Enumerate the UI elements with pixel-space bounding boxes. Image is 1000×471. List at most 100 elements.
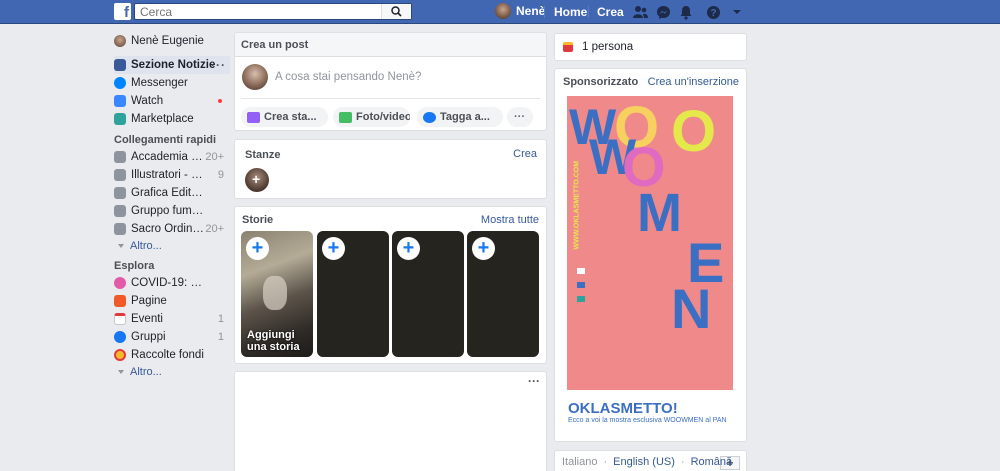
shield-icon (114, 277, 126, 289)
help-icon[interactable]: ? (705, 4, 721, 20)
sidebar-item-shortcut[interactable]: Gruppo fumett... (114, 202, 230, 220)
add-story-plus-icon: + (397, 237, 420, 260)
sidebar-item-label: Gruppo fumett... (131, 205, 207, 217)
search-button[interactable] (381, 4, 411, 19)
sidebar-item-shortcut[interactable]: Illustratori - S.I... 9 (114, 166, 230, 184)
composer-input[interactable]: A cosa stai pensando Nenè? (275, 71, 421, 83)
sidebar-item-events[interactable]: Eventi 1 (114, 310, 230, 328)
sidebar-item-label: Marketplace (131, 113, 194, 125)
sidebar-item-marketplace[interactable]: Marketplace (114, 110, 230, 128)
badge-count: 20+ (205, 151, 224, 163)
add-story-plus-icon: + (322, 237, 345, 260)
bell-icon[interactable] (678, 4, 694, 20)
composer-title: Crea un post (235, 33, 546, 57)
search-icon (391, 6, 402, 17)
story-card[interactable]: + (392, 231, 464, 357)
rooms-title: Stanze (245, 149, 281, 161)
sidebar-item-shortcut[interactable]: Grafica Editori... (114, 184, 230, 202)
birthday-text: 1 persona (582, 41, 634, 53)
shortcuts-more-link[interactable]: Altro... (114, 238, 230, 254)
sidebar-item-messenger[interactable]: Messenger (114, 74, 230, 92)
ad-letter: N (671, 277, 712, 340)
explore-header: Esplora (114, 260, 155, 272)
nav-divider (544, 6, 545, 18)
create-link[interactable]: Crea (597, 5, 624, 19)
ad-logo-icon (577, 282, 585, 288)
sidebar-profile-name: Nenè Eugenie (131, 35, 204, 47)
flag-icon (114, 295, 126, 307)
messenger-icon[interactable] (655, 4, 671, 20)
separator: · (603, 456, 608, 468)
ad-logo-icon (577, 296, 585, 302)
create-room-avatar[interactable]: + (245, 168, 269, 192)
caret-down-icon (118, 370, 124, 374)
story-card[interactable]: + (317, 231, 389, 357)
svg-text:?: ? (710, 8, 716, 19)
group-icon (114, 151, 126, 163)
home-link[interactable]: Home (554, 5, 587, 19)
rooms-card: Stanze Crea + (234, 139, 547, 199)
ad-logo-icon (577, 268, 585, 274)
create-ad-link[interactable]: Crea un'inserzione (648, 76, 739, 88)
profile-name: Nenè (516, 4, 546, 18)
add-story-card[interactable]: + Aggiungi una storia (241, 231, 313, 357)
sidebar-item-covid[interactable]: COVID-19: Ce... (114, 274, 230, 292)
video-camera-icon (247, 111, 260, 123)
story-card[interactable]: + (467, 231, 539, 357)
post-composer: Crea un post A cosa stai pensando Nenè? … (234, 32, 547, 131)
group-icon (114, 169, 126, 181)
sidebar-item-shortcut[interactable]: Accademia di ... 20+ (114, 148, 230, 166)
sidebar-item-label: Raccolte fondi (131, 349, 204, 361)
top-navigation-bar: f Nenè Home Crea ? (0, 0, 1000, 24)
more-options-icon[interactable]: ··· (211, 58, 226, 72)
sidebar-item-shortcut[interactable]: Sacro Ordine ... 20+ (114, 220, 230, 238)
tag-friends-button[interactable]: Tagga a... (417, 107, 503, 127)
more-label: Altro... (130, 366, 162, 378)
create-room-link[interactable]: Crea (513, 148, 537, 160)
ad-image[interactable]: W O O W O M E N WWW.OKLASMETTO.COM (567, 96, 733, 390)
search-input[interactable] (135, 4, 375, 19)
ad-letter: O (671, 99, 717, 164)
add-story-plus-icon: + (246, 237, 269, 260)
see-all-stories-link[interactable]: Mostra tutte (481, 214, 539, 226)
groups-icon (114, 331, 126, 343)
language-link[interactable]: Română (691, 456, 733, 468)
profile-link[interactable]: Nenè (495, 3, 545, 19)
caret-down-icon[interactable] (729, 4, 745, 20)
sidebar-item-label: Sacro Ordine ... (131, 223, 207, 235)
more-actions-button[interactable]: ··· (507, 107, 533, 127)
separator: · (680, 456, 685, 468)
ad-side-text: WWW.OKLASMETTO.COM (573, 160, 581, 250)
sidebar-item-label: Grafica Editori... (131, 187, 207, 199)
add-story-plus-icon: + (472, 237, 495, 260)
birthdays-card[interactable]: 1 persona (554, 33, 747, 61)
sidebar-item-fundraisers[interactable]: Raccolte fondi (114, 346, 230, 364)
post-options-icon[interactable]: ··· (528, 374, 540, 388)
sidebar-item-watch[interactable]: Watch (114, 92, 230, 110)
explore-more-link[interactable]: Altro... (114, 364, 230, 380)
create-room-button[interactable]: Crea sta... (241, 107, 328, 127)
ad-brand[interactable]: OKLASMETTO! (568, 400, 678, 417)
ad-subtitle[interactable]: Ecco a voi la mostra esclusiva WOOWMEN a… (568, 417, 738, 424)
sidebar-item-groups[interactable]: Gruppi 1 (114, 328, 230, 346)
shortcuts-header: Collegamenti rapidi (114, 134, 217, 146)
language-current: Italiano (562, 456, 598, 468)
sidebar-item-label: COVID-19: Ce... (131, 277, 207, 289)
avatar (242, 64, 268, 90)
facebook-logo-icon[interactable]: f (114, 3, 131, 20)
button-label: Crea sta... (264, 111, 317, 123)
friends-icon[interactable] (632, 4, 648, 20)
photo-video-button[interactable]: Foto/video (333, 107, 410, 127)
sidebar-item-label: Pagine (131, 295, 167, 307)
sidebar-profile[interactable]: Nenè Eugenie (114, 32, 230, 50)
sidebar-item-label: Sezione Notizie (131, 59, 216, 71)
group-icon (114, 205, 126, 217)
plus-icon: + (252, 171, 261, 187)
gift-icon (563, 42, 573, 52)
sidebar-item-news-feed[interactable]: Sezione Notizie ··· (114, 56, 230, 74)
language-list: Italiano · English (US) · Română (562, 456, 732, 468)
language-link[interactable]: English (US) (613, 456, 675, 468)
sidebar-item-pages[interactable]: Pagine (114, 292, 230, 310)
add-story-label: Aggiungi una storia (247, 329, 300, 353)
sidebar-item-label: Accademia di ... (131, 151, 207, 163)
